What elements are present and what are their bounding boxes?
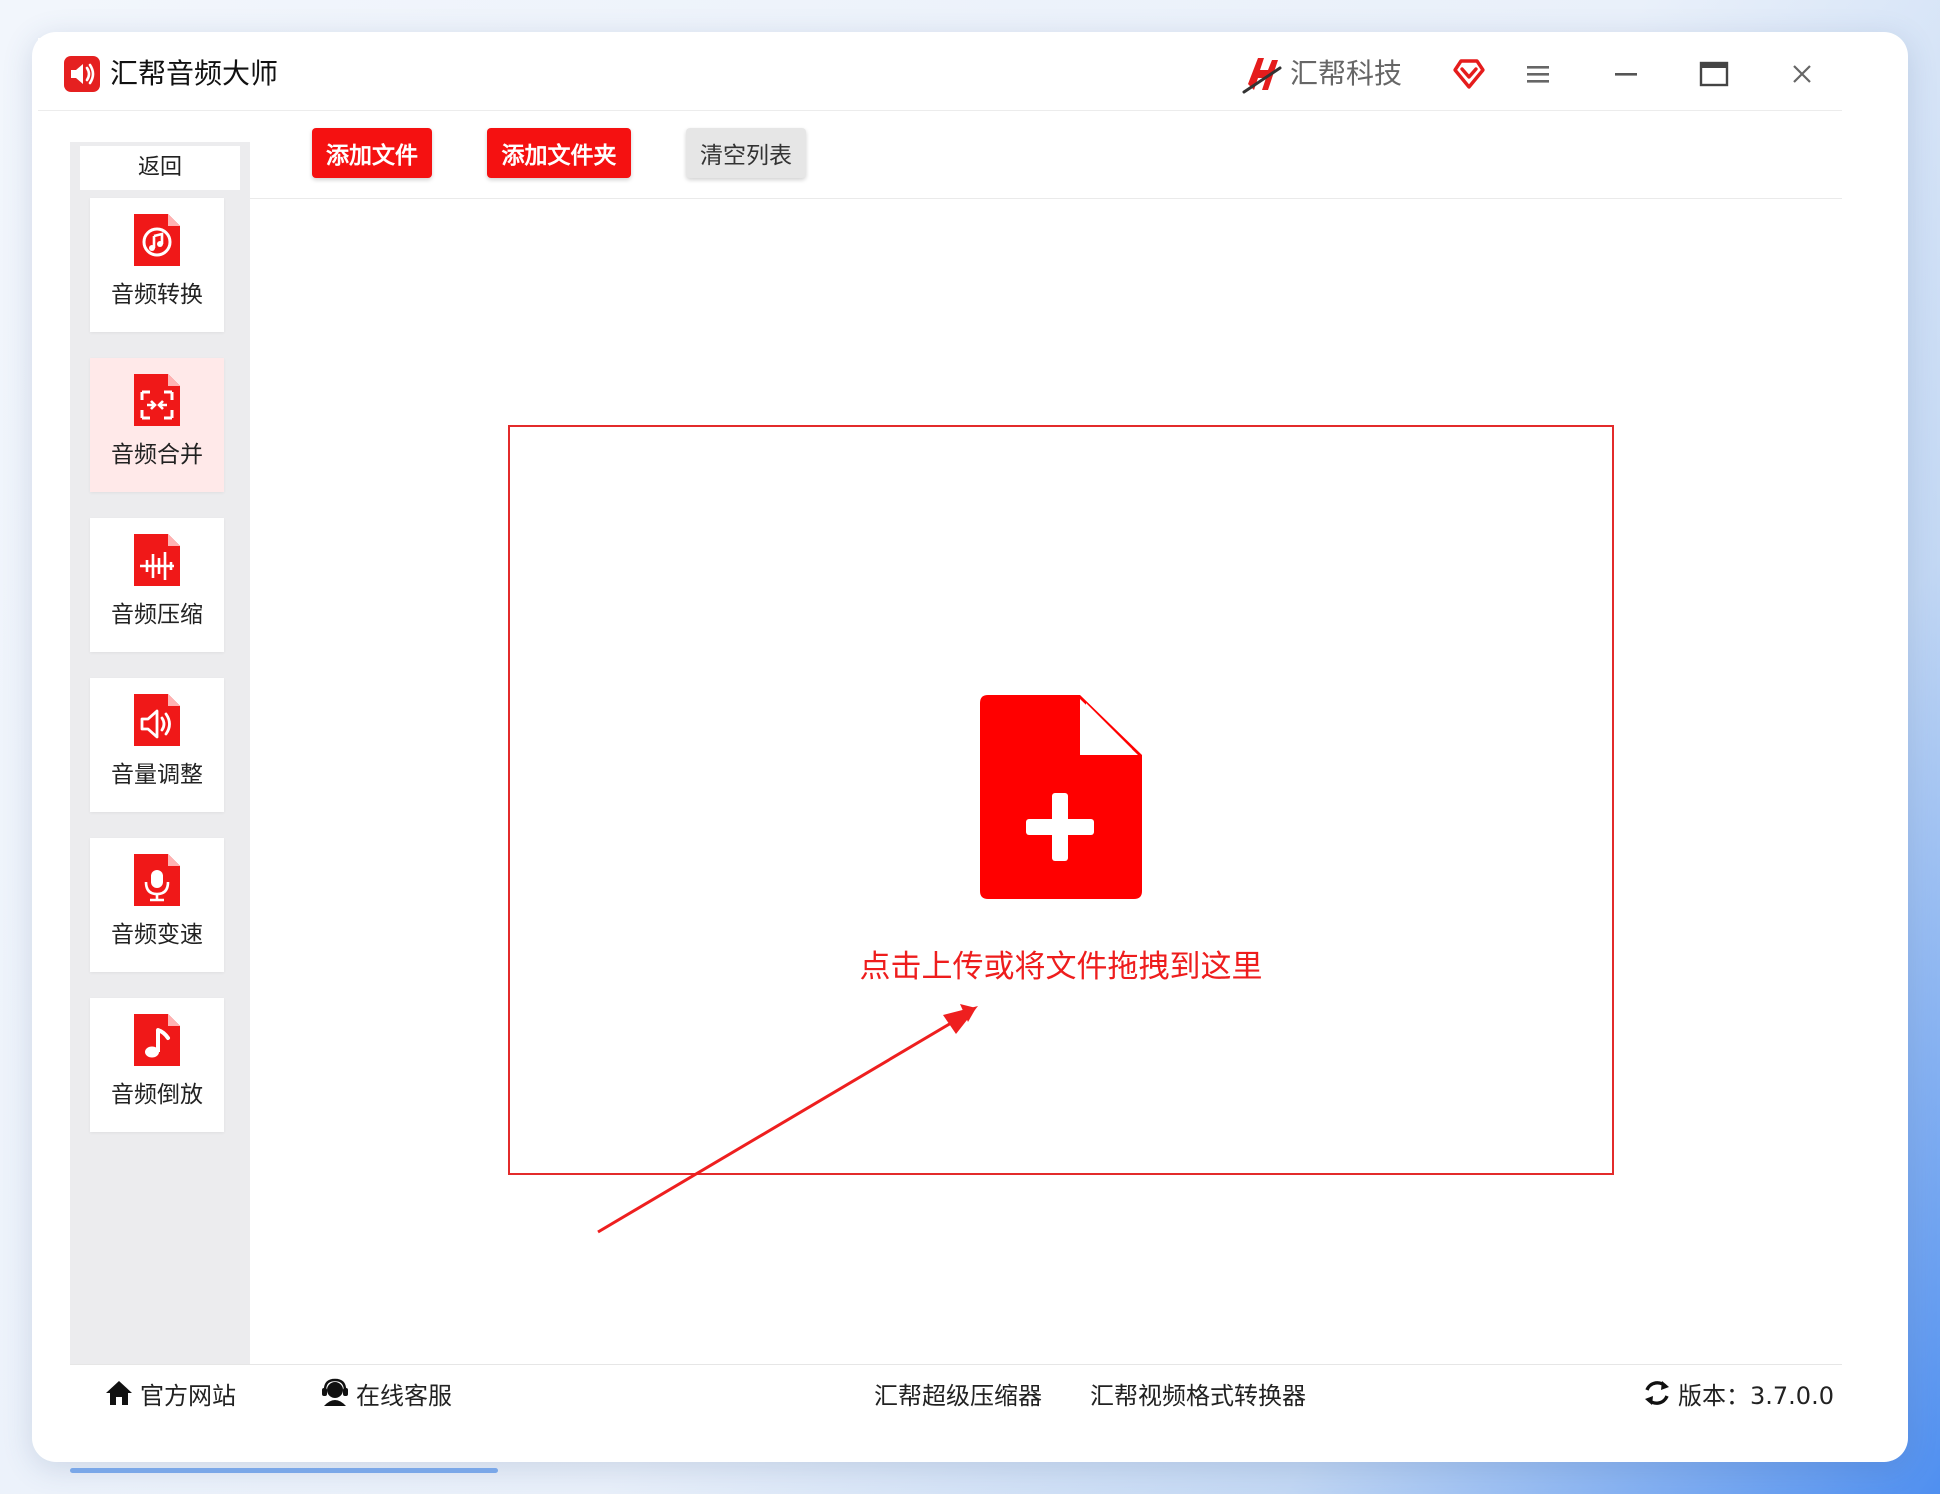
sidebar-item-volume-adjust[interactable]: 音量调整 (90, 678, 224, 812)
official-website-label: 官方网站 (140, 1381, 236, 1410)
sidebar-item-label: 音频压缩 (111, 602, 203, 628)
sidebar-item-audio-convert[interactable]: 音频转换 (90, 198, 224, 332)
file-drop-zone[interactable]: 点击上传或将文件拖拽到这里 (508, 425, 1614, 1175)
sidebar-item-audio-speed[interactable]: 音频变速 (90, 838, 224, 972)
version-info[interactable]: 版本：3.7.0.0 (1642, 1373, 1834, 1413)
sidebar-item-label: 音频倒放 (111, 1082, 203, 1108)
sidebar-item-label: 音频变速 (111, 922, 203, 948)
footer-bar: 官方网站 在线客服 汇帮超级压缩器 汇帮视频格式转换器 版本：3.7.0.0 (70, 1364, 1842, 1423)
official-website-link[interactable]: 官方网站 (104, 1373, 236, 1413)
minimize-button[interactable] (1602, 52, 1650, 96)
clear-list-button[interactable]: 清空列表 (686, 128, 806, 178)
close-icon (1793, 65, 1811, 83)
audio-compress-icon (134, 534, 180, 586)
back-button[interactable]: 返回 (80, 146, 240, 190)
maximize-button[interactable] (1690, 52, 1738, 96)
sidebar: 返回 音频转换 音频合并 音频压缩 音量调整 音频变速 音频倒放 (70, 142, 250, 1364)
sidebar-item-label: 音频合并 (111, 442, 203, 468)
online-support-link[interactable]: 在线客服 (320, 1373, 452, 1413)
audio-merge-icon (134, 374, 180, 426)
maximize-icon (1699, 61, 1729, 87)
audio-reverse-icon (134, 1014, 180, 1066)
brand-name: 汇帮科技 (1290, 57, 1403, 90)
brand-logo-icon (1242, 58, 1282, 94)
file-add-icon (980, 695, 1142, 899)
minimize-icon (1615, 73, 1637, 76)
home-icon (106, 1381, 132, 1405)
sidebar-item-label: 音量调整 (111, 762, 203, 788)
audio-convert-icon (134, 214, 180, 266)
version-label: 版本：3.7.0.0 (1678, 1381, 1834, 1410)
close-button[interactable] (1778, 52, 1826, 96)
online-support-label: 在线客服 (356, 1381, 452, 1410)
toolbar: 添加文件 添加文件夹 清空列表 (250, 110, 1842, 199)
sidebar-item-audio-reverse[interactable]: 音频倒放 (90, 998, 224, 1132)
title-bar: 汇帮音频大师 汇帮科技 (38, 38, 1842, 111)
sidebar-item-audio-merge[interactable]: 音频合并 (90, 358, 224, 492)
audio-speed-icon (134, 854, 180, 906)
volume-adjust-icon (134, 694, 180, 746)
app-title: 汇帮音频大师 (110, 57, 279, 90)
customer-service-icon (322, 1378, 348, 1406)
sidebar-item-label: 音频转换 (111, 282, 203, 308)
add-folder-button[interactable]: 添加文件夹 (487, 128, 631, 178)
add-file-button[interactable]: 添加文件 (312, 128, 432, 178)
menu-button[interactable] (1514, 52, 1562, 96)
scroll-indicator (70, 1468, 498, 1473)
vip-heart-icon[interactable] (1452, 56, 1486, 90)
app-logo-icon (64, 56, 100, 92)
hamburger-icon (1527, 66, 1549, 83)
app-window: 汇帮音频大师 汇帮科技 返回 音频转换 音频合并 音频压缩 音量调整 音频变速 … (38, 38, 1842, 1423)
compressor-link[interactable]: 汇帮超级压缩器 (874, 1373, 1042, 1413)
refresh-icon (1645, 1381, 1669, 1405)
drop-zone-hint: 点击上传或将文件拖拽到这里 (859, 949, 1263, 985)
video-converter-link[interactable]: 汇帮视频格式转换器 (1090, 1373, 1306, 1413)
sidebar-item-audio-compress[interactable]: 音频压缩 (90, 518, 224, 652)
